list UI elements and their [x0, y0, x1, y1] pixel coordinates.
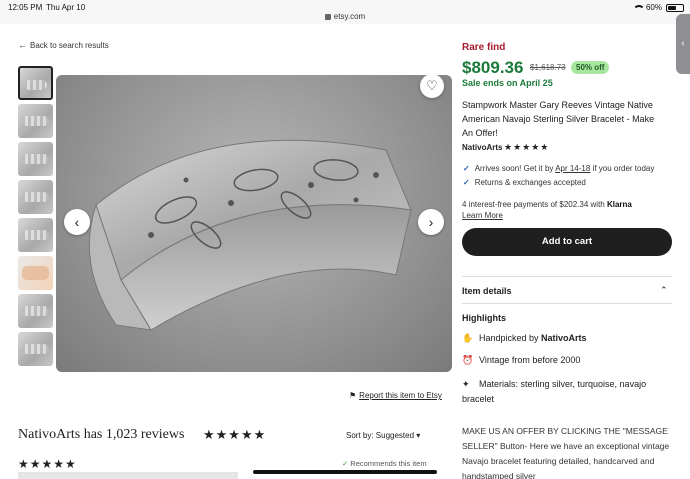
thumbnail-6[interactable]	[18, 256, 53, 290]
product-title: Stampwork Master Gary Reeves Vintage Nat…	[462, 100, 655, 138]
lock-icon	[324, 14, 331, 20]
home-indicator[interactable]	[253, 470, 437, 474]
vintage-label: Vintage from before 2000	[479, 355, 581, 365]
bracelet-image	[88, 139, 412, 331]
add-to-cart-button[interactable]: Add to cart	[462, 228, 672, 256]
clock: 12:05 PM	[8, 3, 43, 12]
review-text-preview	[18, 472, 238, 479]
reviews-title: NativoArts has 1,023 reviews	[18, 427, 185, 442]
thumbnail-4[interactable]	[18, 180, 53, 214]
discount-badge: 50% off	[571, 61, 610, 74]
klarna-text: 4 interest-free payments of $202.34 with	[462, 200, 607, 209]
back-to-search-link[interactable]: ← Back to search results	[18, 40, 109, 50]
learn-more-link[interactable]: Learn More	[462, 211, 503, 220]
next-image-button[interactable]: ›	[418, 209, 444, 235]
check-icon: ✓	[463, 164, 470, 173]
handpicked-shop-link[interactable]: NativoArts	[541, 333, 587, 343]
flag-icon: ⚑	[349, 391, 357, 400]
thumbnail-1[interactable]	[18, 66, 53, 100]
hand-icon: ✋	[462, 333, 474, 343]
battery-percent: 60%	[645, 3, 662, 12]
thumbnail-2[interactable]	[18, 104, 53, 138]
sort-dropdown[interactable]: Sort by: Suggested ▾	[346, 431, 420, 440]
highlights-title: Highlights	[462, 313, 506, 323]
battery-icon	[666, 3, 684, 12]
chevron-left-icon[interactable]: ‹	[676, 14, 690, 74]
back-label: Back to search results	[30, 41, 109, 50]
materials-label: Materials: sterling silver, turquoise, n…	[462, 379, 647, 404]
shipping-prefix: Arrives soon! Get it by	[474, 164, 556, 173]
highlight-handpicked: ✋ Handpicked by NativoArts	[462, 333, 587, 344]
thumbnail-8[interactable]	[18, 332, 53, 366]
klarna-brand: Klarna	[606, 200, 632, 209]
clock-icon: ⏰	[462, 355, 474, 365]
status-icons: 60%	[632, 3, 684, 12]
original-price: $1,618.73	[530, 63, 566, 72]
klarna-info: 4 interest-free payments of $202.34 with…	[462, 200, 632, 209]
wifi-icon	[632, 4, 645, 12]
highlight-materials: ✦ Materials: sterling silver, turquoise, …	[462, 377, 674, 407]
recommends-badge: ✓ Recommends this item	[342, 459, 427, 468]
recommends-label: Recommends this item	[350, 459, 427, 468]
returns-label: Returns & exchanges accepted	[474, 178, 586, 187]
chevron-down-icon: ▾	[416, 431, 421, 440]
highlight-vintage: ⏰ Vintage from before 2000	[462, 355, 580, 366]
url-text: etsy.com	[333, 12, 366, 21]
handpicked-prefix: Handpicked by	[479, 333, 542, 343]
reviews-rating-stars: ★★★★★	[203, 427, 267, 442]
chevron-up-icon[interactable]: ⌃	[660, 285, 668, 296]
report-label: Report this item to Etsy	[359, 391, 442, 400]
divider	[462, 303, 672, 304]
arrow-left-icon: ←	[18, 40, 27, 50]
item-description: MAKE US AN OFFER BY CLICKING THE "MESSAG…	[462, 426, 670, 479]
sale-ends: Sale ends on April 25	[462, 78, 553, 88]
price: $809.36	[462, 58, 524, 77]
shop-name-link[interactable]: NativoArts	[462, 143, 502, 152]
sparkle-icon: ✦	[462, 379, 470, 389]
item-details-toggle[interactable]: Item details	[462, 286, 512, 296]
shipping-suffix: if you order today	[590, 164, 655, 173]
shipping-date[interactable]: Apr 14-18	[555, 164, 590, 173]
status-bar: 12:05 PM Thu Apr 10 etsy.com 60%	[0, 0, 690, 24]
main-product-image[interactable]: ♡ ‹ ›	[56, 75, 452, 372]
review-stars: ★★★★★	[18, 457, 77, 471]
divider	[462, 276, 672, 277]
thumbnail-strip	[18, 66, 53, 370]
favorite-heart-icon[interactable]: ♡	[420, 75, 444, 98]
thumbnail-7[interactable]	[18, 294, 53, 328]
report-item-link[interactable]: ⚑ Report this item to Etsy	[349, 391, 442, 400]
battery-fill	[668, 5, 677, 10]
thumbnail-5[interactable]	[18, 218, 53, 252]
check-icon: ✓	[342, 459, 349, 468]
check-icon: ✓	[463, 178, 470, 187]
previous-image-button[interactable]: ‹	[64, 209, 90, 235]
sort-label: Sort by: Suggested	[346, 431, 415, 440]
shipping-info: ✓ Arrives soon! Get it by Apr 14-18 if yo…	[463, 164, 654, 173]
thumbnail-3[interactable]	[18, 142, 53, 176]
rare-find-label: Rare find	[462, 42, 506, 53]
date: Thu Apr 10	[46, 3, 86, 12]
returns-info: ✓ Returns & exchanges accepted	[463, 178, 586, 187]
address-bar[interactable]: etsy.com	[0, 12, 690, 21]
shop-rating-stars: ★★★★★	[504, 142, 550, 152]
